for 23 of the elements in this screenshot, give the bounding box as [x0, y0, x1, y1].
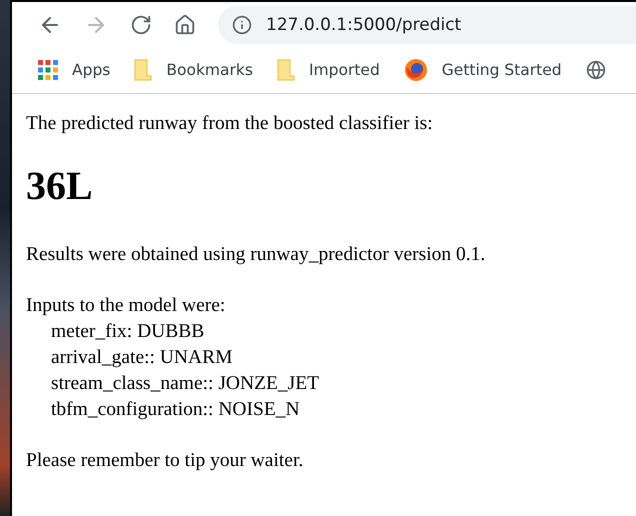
reload-button[interactable]	[130, 14, 152, 36]
bookmark-folder[interactable]: Imported	[276, 59, 380, 82]
inputs-heading: Inputs to the model were:	[26, 294, 226, 318]
info-icon	[232, 14, 252, 35]
input-line: meter_fix: DUBBB	[50, 320, 206, 344]
predicted-runway-heading: 36L	[26, 162, 94, 210]
apps-grid-icon	[38, 60, 58, 80]
address-bar[interactable]: 127.0.0.1:5000/predict	[218, 6, 636, 44]
input-line: arrival_gate:: UNARM	[50, 346, 234, 370]
version-text: Results were obtained using runway_predictor version 0.1.	[26, 243, 486, 267]
intro-text: The predicted runway from the boosted classifier is:	[26, 112, 434, 136]
bookmark-folder-icon	[134, 59, 152, 82]
input-line: stream_class_name:: JONZE_JET	[50, 372, 320, 396]
bookmark-link[interactable]: Apps	[38, 60, 110, 80]
globe-icon[interactable]	[586, 60, 606, 80]
bookmark-link[interactable]: Getting Started	[404, 58, 562, 82]
closing-text: Please remember to tip your waiter.	[26, 449, 304, 473]
fox-logo-icon	[404, 58, 428, 82]
bookmark-folder-icon	[276, 59, 295, 82]
url-text: 127.0.0.1:5000/predict	[266, 14, 462, 35]
home-button[interactable]	[174, 14, 196, 36]
bookmark-folder[interactable]: Bookmarks	[134, 59, 253, 82]
input-line: tbfm_configuration:: NOISE_N	[50, 398, 301, 422]
